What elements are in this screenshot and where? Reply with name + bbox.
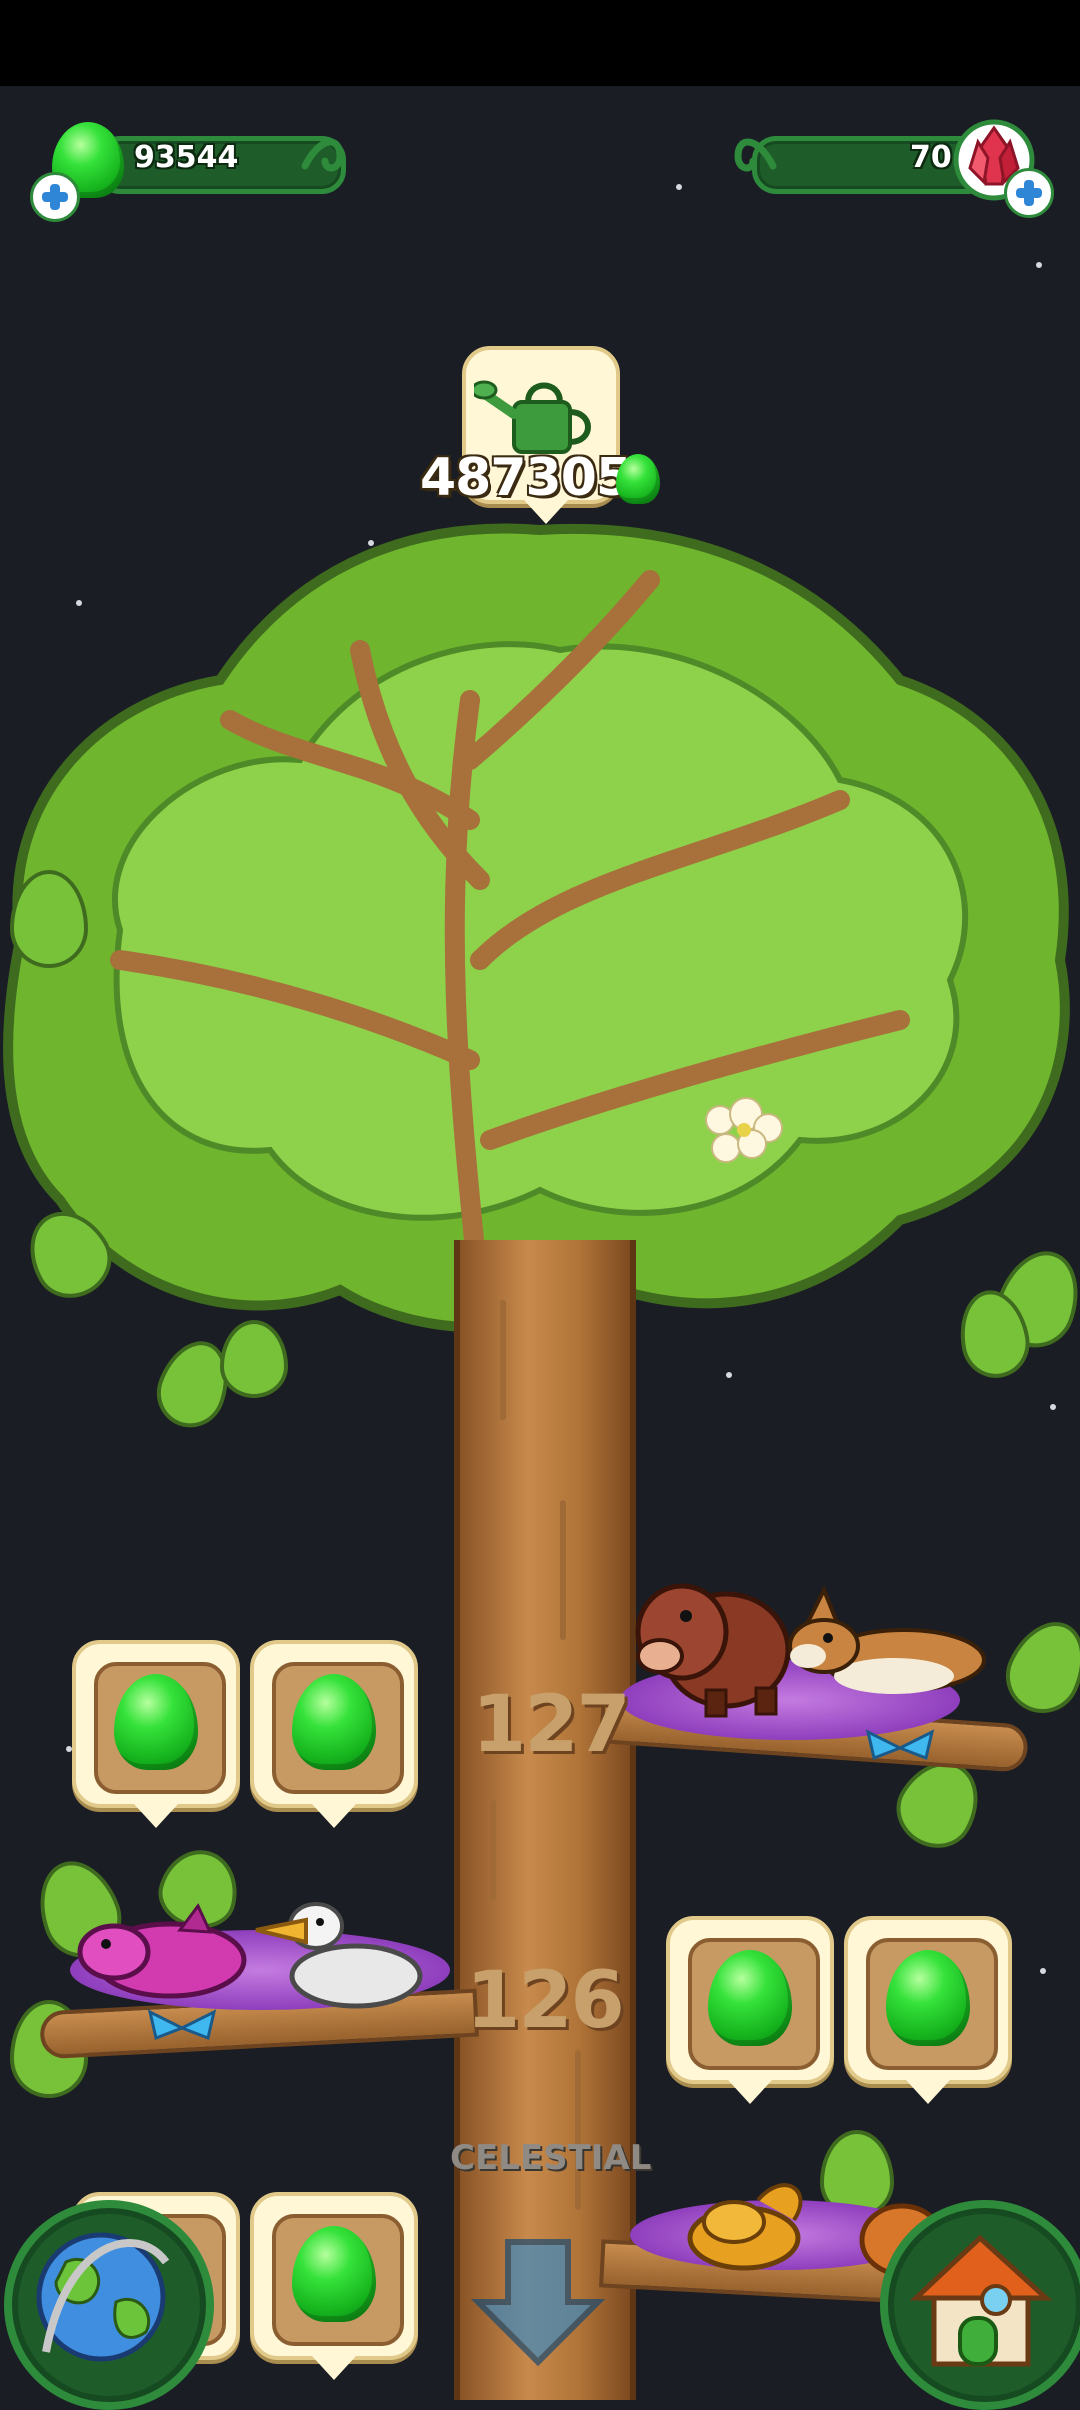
pink-dragon-icon[interactable] bbox=[70, 1900, 250, 2010]
status-bar bbox=[0, 0, 1080, 86]
orange-creature-icon[interactable] bbox=[674, 2160, 824, 2280]
level-number: 126 bbox=[466, 1956, 625, 2046]
boar-icon[interactable] bbox=[626, 1560, 796, 1720]
house-icon bbox=[909, 2234, 1053, 2367]
gem-reward[interactable] bbox=[666, 1916, 834, 2104]
green-gem-icon bbox=[616, 454, 660, 504]
crystal-count: 70 bbox=[910, 140, 952, 175]
vine-icon bbox=[734, 138, 777, 172]
gem-reward[interactable] bbox=[250, 2192, 418, 2380]
down-arrow-icon[interactable] bbox=[468, 2232, 608, 2372]
watering-cost: 487305 bbox=[420, 448, 632, 508]
add-crystals-button[interactable] bbox=[1004, 168, 1054, 218]
gem-count: 93544 bbox=[134, 140, 239, 175]
globe-icon bbox=[36, 2232, 170, 2362]
gem-reward[interactable] bbox=[250, 1640, 418, 1828]
tier-label: CELESTIAL bbox=[450, 2138, 652, 2178]
level-number: 127 bbox=[472, 1680, 631, 1770]
map-button[interactable] bbox=[4, 2200, 214, 2410]
vine-icon bbox=[301, 138, 344, 172]
home-button[interactable] bbox=[880, 2200, 1080, 2410]
gem-reward[interactable] bbox=[72, 1640, 240, 1828]
corgi-icon[interactable] bbox=[784, 1580, 1014, 1720]
butterfly-icon bbox=[147, 2009, 217, 2041]
pelican-icon[interactable] bbox=[246, 1886, 426, 2016]
butterfly-icon bbox=[865, 1729, 935, 1761]
flower-icon bbox=[705, 1097, 783, 1163]
add-gems-button[interactable] bbox=[30, 172, 80, 222]
gem-reward[interactable] bbox=[844, 1916, 1012, 2104]
